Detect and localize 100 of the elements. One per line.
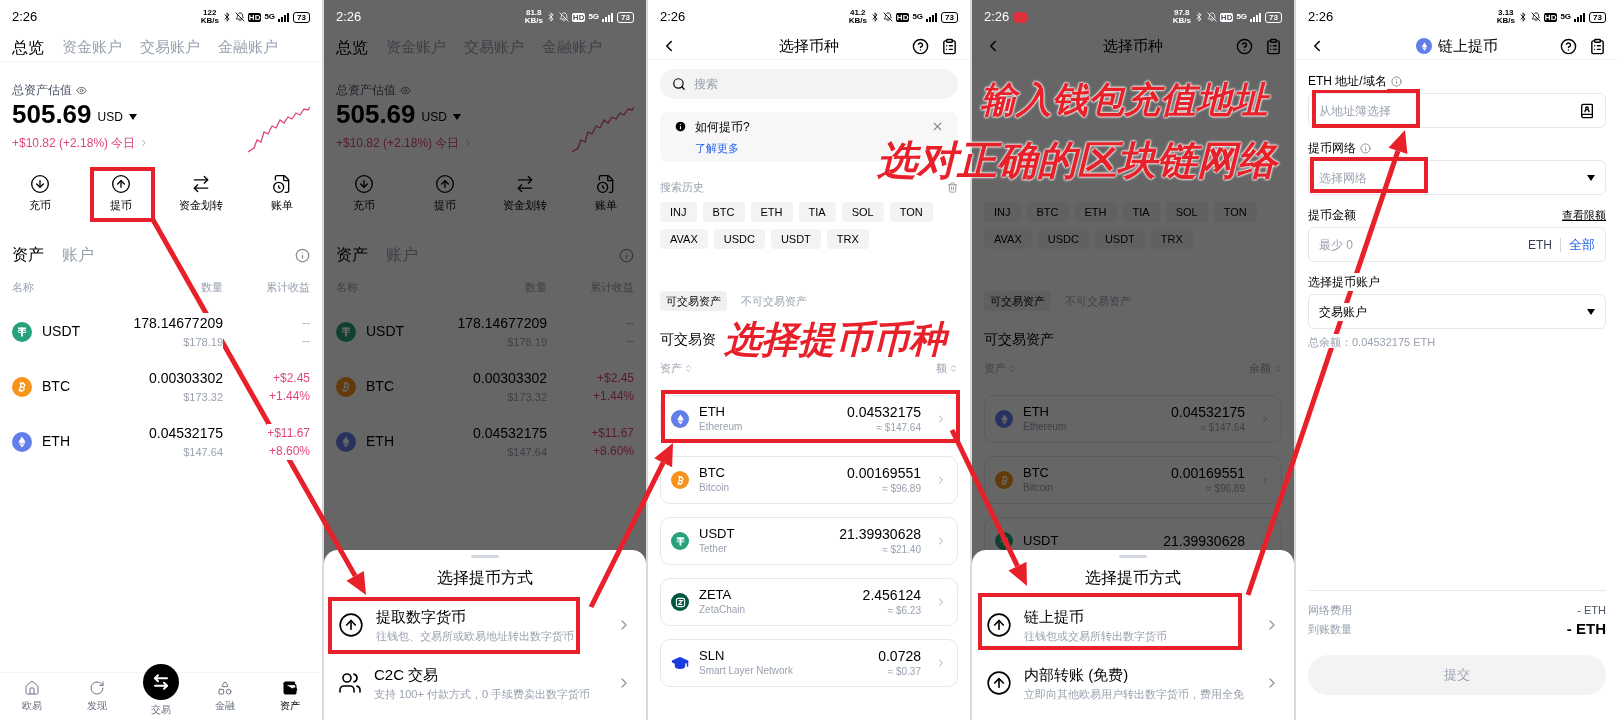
search-bar[interactable]: 搜索 xyxy=(660,69,958,99)
history-chip[interactable]: INJ xyxy=(984,202,1021,222)
history-chip[interactable]: AVAX xyxy=(984,229,1032,249)
action-button[interactable]: 账单 xyxy=(241,170,322,218)
option-description: 立即向其他欧易用户转出数字货币，费用全免 xyxy=(1024,687,1245,702)
column-header: 数量 xyxy=(200,279,223,295)
eye-icon[interactable] xyxy=(400,84,411,96)
asset-tab[interactable]: 资产 xyxy=(336,243,368,267)
address-book-icon[interactable] xyxy=(1579,102,1595,119)
withdraw-option[interactable]: 内部转账 (免费) 立即向其他欧易用户转出数字货币，费用全免 xyxy=(972,654,1294,712)
trash-icon[interactable] xyxy=(947,181,958,193)
clipboard-icon[interactable] xyxy=(1265,37,1282,55)
clipboard-icon[interactable] xyxy=(1589,37,1606,55)
coin-card[interactable]: SLN Smart Layer Network 0.0728 ≈ $0.37 xyxy=(660,639,958,687)
history-chip[interactable]: USDT xyxy=(770,229,821,249)
action-button[interactable]: 充币 xyxy=(0,170,81,218)
nav-tab[interactable]: 欧易 xyxy=(0,672,65,720)
currency-label[interactable]: USD xyxy=(97,108,123,126)
download-icon xyxy=(354,174,375,195)
history-chip[interactable]: TRX xyxy=(1150,229,1193,249)
currency-label[interactable]: USD xyxy=(421,108,447,126)
info-icon[interactable] xyxy=(1390,75,1402,87)
field-label: ETH 地址/域名 xyxy=(1308,72,1387,90)
help-icon[interactable] xyxy=(1560,37,1577,55)
select-field[interactable]: 交易账户 xyxy=(1308,294,1606,329)
action-button[interactable]: 充币 xyxy=(324,170,405,218)
asset-symbol: ETH xyxy=(366,432,395,451)
history-chip[interactable]: USDC xyxy=(1037,229,1089,249)
account-tab[interactable]: 资金账户 xyxy=(62,36,122,59)
account-tab[interactable]: 总览 xyxy=(336,35,368,60)
battery-indicator: 73 xyxy=(941,11,958,23)
info-icon[interactable] xyxy=(619,247,634,263)
history-chip[interactable]: TRX xyxy=(826,229,869,249)
address-field[interactable]: 从地址簿选择 xyxy=(1308,93,1606,128)
account-tab[interactable]: 交易账户 xyxy=(140,36,200,59)
search-input[interactable]: 搜索 xyxy=(694,75,894,93)
coin-balance: 2.456124 xyxy=(862,586,921,604)
filter-tab[interactable]: 可交易资产 xyxy=(660,291,727,311)
coin-card[interactable]: ZETA ZetaChain 2.456124 ≈ $6.23 xyxy=(660,578,958,626)
history-chip[interactable]: ETH xyxy=(750,202,793,222)
history-chip[interactable]: INJ xyxy=(660,202,697,222)
withdraw-option[interactable]: C2C 交易 支持 100+ 付款方式，0 手续费卖出数字货币 xyxy=(324,654,646,712)
upload-icon xyxy=(110,174,131,195)
withdraw-option[interactable]: 链上提币 往钱包或交易所转出数字货币 xyxy=(972,596,1294,654)
learn-more-link[interactable]: 了解更多 xyxy=(695,139,739,157)
nav-tab[interactable]: 交易 xyxy=(128,652,194,720)
history-chip[interactable]: TON xyxy=(1213,202,1257,222)
history-chip[interactable]: ETH xyxy=(1074,202,1117,222)
filter-tab[interactable]: 不可交易资产 xyxy=(735,291,813,311)
history-chip[interactable]: TON xyxy=(889,202,933,222)
select-field[interactable]: 选择网络 xyxy=(1308,160,1606,195)
profit-percent: -- xyxy=(626,332,634,350)
network-type: 5G xyxy=(264,11,276,23)
history-chip[interactable]: SOL xyxy=(841,202,884,222)
nav-tab[interactable]: 金融 xyxy=(193,672,258,720)
sparkline xyxy=(572,104,634,154)
eye-icon[interactable] xyxy=(76,84,87,96)
coin-name: Bitcoin xyxy=(699,481,730,495)
history-chip[interactable]: TIA xyxy=(798,202,836,222)
sheet-title: 选择提币方式 xyxy=(437,568,533,588)
withdraw-option[interactable]: 提取数字货币 往钱包、交易所或欧易地址转出数字货币 xyxy=(324,596,646,654)
graduation-cap-icon xyxy=(671,654,689,672)
asset-tab[interactable]: 资产 xyxy=(12,243,44,267)
filter-tab[interactable]: 可交易资产 xyxy=(984,291,1051,311)
history-chip[interactable]: USDC xyxy=(713,229,765,249)
status-time: 2:26 xyxy=(336,8,362,27)
clipboard-icon[interactable] xyxy=(941,37,958,55)
action-button[interactable]: 资金划转 xyxy=(485,170,566,218)
history-chip[interactable]: TIA xyxy=(1122,202,1160,222)
banner-title: 如何提币? xyxy=(695,118,750,136)
action-button[interactable]: 提币 xyxy=(404,170,485,218)
action-button[interactable]: 提币 xyxy=(80,170,161,218)
nav-tab[interactable]: 资产 xyxy=(257,672,322,720)
max-button[interactable]: 全部 xyxy=(1569,234,1595,255)
asset-tab[interactable]: 账户 xyxy=(62,243,94,267)
coin-card[interactable]: USDT Tether 21.39930628 ≈ $21.40 xyxy=(660,517,958,565)
info-icon[interactable] xyxy=(295,247,310,263)
sort-icon[interactable] xyxy=(684,363,693,373)
tether-icon xyxy=(12,321,32,342)
view-limit-link[interactable]: 查看限额 xyxy=(1562,206,1606,224)
account-tab[interactable]: 总览 xyxy=(12,35,44,60)
history-chip[interactable]: SOL xyxy=(1165,202,1208,222)
history-chip[interactable]: USDT xyxy=(1094,229,1145,249)
address-input[interactable]: 从地址簿选择 xyxy=(1319,101,1579,120)
help-icon[interactable] xyxy=(912,37,929,55)
people-icon xyxy=(338,671,362,695)
nav-tab[interactable]: 发现 xyxy=(64,672,129,720)
history-chip[interactable]: BTC xyxy=(1026,202,1069,222)
action-button[interactable]: 账单 xyxy=(565,170,646,218)
sparkline xyxy=(248,104,310,154)
amount-field[interactable]: 最少 0 ETH 全部 xyxy=(1308,227,1606,262)
action-button[interactable]: 资金划转 xyxy=(161,170,242,218)
amount-input[interactable]: 最少 0 xyxy=(1319,235,1528,254)
history-chip[interactable]: AVAX xyxy=(660,229,708,249)
sort-icon[interactable] xyxy=(949,363,958,373)
account-tab[interactable]: 金融账户 xyxy=(218,36,278,59)
bell-off-icon xyxy=(882,12,893,22)
history-chip[interactable]: BTC xyxy=(702,202,745,222)
info-icon[interactable] xyxy=(1360,142,1371,154)
status-time: 2:26 xyxy=(1308,8,1334,27)
